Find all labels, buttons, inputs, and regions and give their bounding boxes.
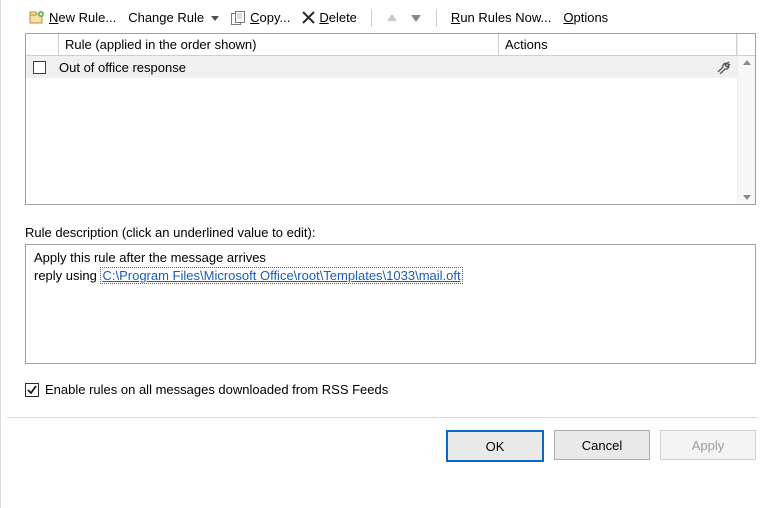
vertical-scrollbar[interactable] bbox=[737, 56, 755, 204]
description-line: Apply this rule after the message arrive… bbox=[34, 249, 747, 267]
rules-list: Rule (applied in the order shown) Action… bbox=[25, 33, 756, 205]
rule-row[interactable]: Out of office response bbox=[26, 56, 737, 78]
enable-rss-rules-label: Enable rules on all messages downloaded … bbox=[45, 382, 388, 397]
toolbar: New Rule... Change Rule Copy... De bbox=[7, 6, 758, 33]
rule-enabled-checkbox[interactable] bbox=[33, 61, 46, 74]
enable-rss-rules-option[interactable]: Enable rules on all messages downloaded … bbox=[25, 382, 756, 397]
scrollbar-gutter bbox=[737, 34, 755, 55]
description-line: reply using C:\Program Files\Microsoft O… bbox=[34, 267, 747, 285]
move-down-button[interactable] bbox=[406, 11, 426, 25]
delete-icon bbox=[302, 11, 315, 24]
copy-button[interactable]: Copy... bbox=[227, 8, 294, 27]
new-rule-button[interactable]: New Rule... bbox=[25, 8, 120, 27]
enable-rss-rules-checkbox[interactable] bbox=[25, 383, 39, 397]
rules-rows: Out of office response bbox=[26, 56, 737, 204]
rules-and-alerts-window: New Rule... Change Rule Copy... De bbox=[0, 0, 772, 508]
copy-icon bbox=[231, 11, 246, 25]
ok-button[interactable]: OK bbox=[446, 430, 544, 462]
rule-description-label: Rule description (click an underlined va… bbox=[25, 225, 756, 240]
move-up-button[interactable] bbox=[382, 11, 402, 25]
scroll-down-icon bbox=[743, 195, 751, 200]
rule-column-header[interactable]: Rule (applied in the order shown) bbox=[59, 34, 499, 55]
actions-column-header[interactable]: Actions bbox=[499, 34, 737, 55]
separator bbox=[436, 9, 437, 27]
dialog-buttons: OK Cancel Apply bbox=[7, 418, 758, 462]
run-rules-now-button[interactable]: Run Rules Now... bbox=[447, 8, 555, 27]
scroll-up-icon bbox=[743, 60, 751, 65]
wrench-icon bbox=[711, 60, 737, 74]
checkbox-column-header bbox=[26, 34, 59, 55]
delete-button[interactable]: Delete bbox=[298, 8, 361, 27]
change-rule-button[interactable]: Change Rule bbox=[124, 8, 223, 27]
template-path-link[interactable]: C:\Program Files\Microsoft Office\root\T… bbox=[100, 267, 462, 284]
rules-list-header: Rule (applied in the order shown) Action… bbox=[26, 34, 755, 56]
options-button[interactable]: Options bbox=[559, 8, 612, 27]
rule-name: Out of office response bbox=[53, 60, 486, 75]
new-rule-icon bbox=[29, 11, 45, 25]
chevron-down-icon bbox=[211, 16, 219, 21]
rule-description-box: Apply this rule after the message arrive… bbox=[25, 244, 756, 364]
separator bbox=[371, 9, 372, 27]
apply-button: Apply bbox=[660, 430, 756, 460]
cancel-button[interactable]: Cancel bbox=[554, 430, 650, 460]
